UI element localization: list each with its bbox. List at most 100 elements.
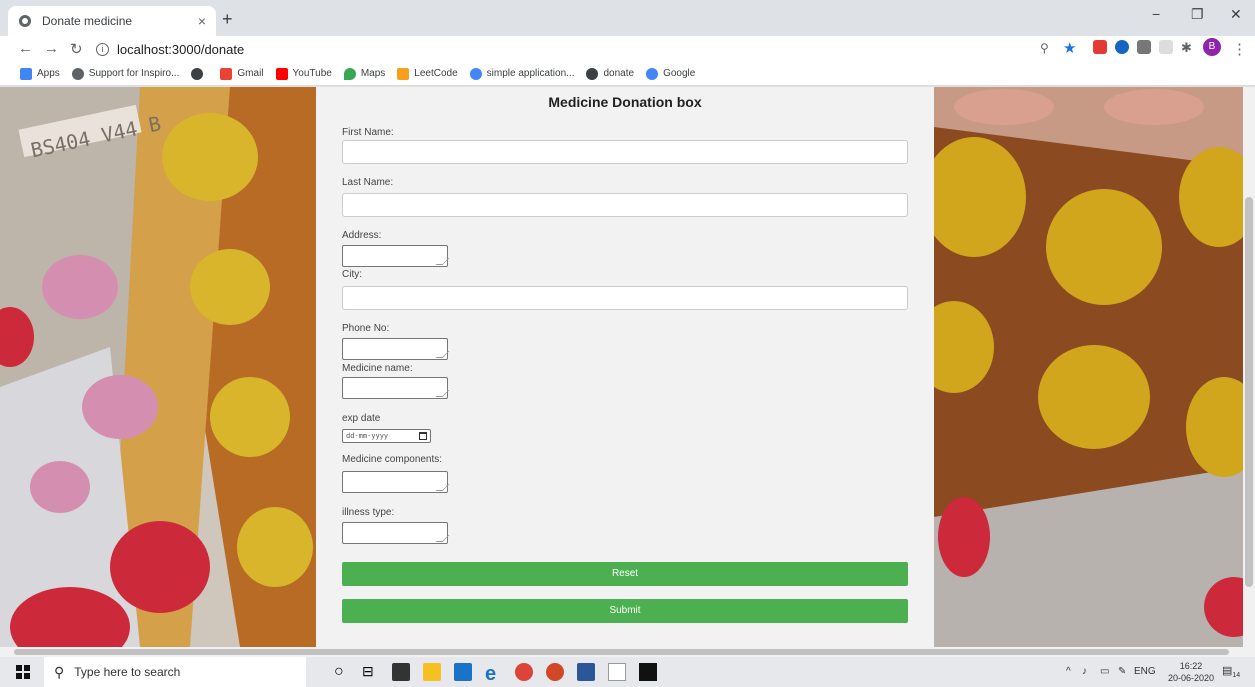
zoom-icon[interactable]: ⚲: [1040, 41, 1049, 55]
exp-date-label: exp date: [342, 413, 381, 424]
horizontal-scroll-thumb[interactable]: [14, 649, 1229, 655]
back-icon[interactable]: ←: [18, 40, 33, 57]
bookmark-donate[interactable]: donate: [586, 67, 634, 80]
bookmark-globe[interactable]: [191, 67, 208, 80]
bookmark-apps[interactable]: Apps: [20, 67, 60, 80]
phone-label: Phone No:: [342, 323, 390, 334]
reset-button[interactable]: Reset: [342, 562, 908, 586]
globe-icon: [19, 15, 31, 27]
pills-background-image-right: [934, 87, 1243, 647]
pills-background-image-left: BS404 V44 B: [0, 87, 316, 647]
components-label: Medicine components:: [342, 454, 443, 465]
globe-icon: [191, 67, 204, 80]
calendar-icon[interactable]: [419, 432, 427, 440]
file-explorer-icon[interactable]: [423, 663, 441, 681]
horizontal-scrollbar[interactable]: [0, 647, 1255, 657]
last-name-label: Last Name:: [342, 177, 394, 188]
city-input[interactable]: [342, 286, 908, 310]
restore-button[interactable]: ❐: [1191, 6, 1204, 23]
network-icon[interactable]: ▭: [1100, 666, 1109, 677]
taskbar-search-box[interactable]: ⚲ Type here to search: [44, 657, 306, 687]
last-name-input[interactable]: [342, 193, 908, 217]
medicine-name-label: Medicine name:: [342, 363, 413, 374]
bookmark-google[interactable]: Google: [646, 67, 695, 80]
powerpoint-icon[interactable]: [546, 663, 564, 681]
exp-date-placeholder: dd-mm-yyyy: [346, 432, 389, 440]
bookmarks-bar: Apps Support for Inspiro... Gmail YouTub…: [0, 62, 1255, 86]
notification-count: 14: [1232, 672, 1241, 680]
vertical-scrollbar[interactable]: [1243, 87, 1255, 647]
bookmark-gmail[interactable]: Gmail: [220, 67, 264, 80]
profile-avatar[interactable]: B: [1203, 38, 1221, 56]
cortana-icon[interactable]: ○: [334, 663, 352, 681]
language-indicator[interactable]: ENG: [1134, 666, 1156, 677]
search-placeholder: Type here to search: [74, 665, 181, 679]
address-bar[interactable]: i localhost:3000/donate: [96, 37, 996, 61]
leetcode-icon: [397, 67, 410, 80]
volume-icon[interactable]: ♪: [1082, 666, 1087, 677]
windows-start-icon[interactable]: [14, 663, 32, 681]
tab-strip: Donate medicine × + − ❐ ✕: [0, 0, 1255, 36]
medicine-name-textarea[interactable]: [342, 377, 448, 399]
gmail-icon: [220, 67, 233, 80]
extension-icon[interactable]: [1159, 40, 1173, 54]
store-icon[interactable]: [392, 663, 410, 681]
google-icon: [646, 67, 659, 80]
notifications-icon[interactable]: ▤14: [1222, 664, 1240, 679]
first-name-label: First Name:: [342, 127, 394, 138]
clock-time: 16:22: [1179, 661, 1203, 671]
window-close-button[interactable]: ✕: [1230, 6, 1242, 23]
edge-icon[interactable]: e: [485, 663, 503, 685]
bookmark-youtube[interactable]: YouTube: [275, 67, 332, 80]
vertical-scroll-thumb[interactable]: [1245, 197, 1253, 587]
browser-tab[interactable]: Donate medicine ×: [8, 6, 216, 36]
exp-date-input[interactable]: dd-mm-yyyy: [342, 429, 431, 443]
bookmark-leetcode[interactable]: LeetCode: [397, 67, 458, 80]
page-viewport: BS404 V44 B Medicine Donation box First …: [0, 87, 1243, 647]
menu-icon[interactable]: ⋮: [1232, 40, 1247, 58]
word-icon[interactable]: [577, 663, 595, 681]
pen-icon[interactable]: ✎: [1118, 666, 1126, 677]
submit-button[interactable]: Submit: [342, 599, 908, 623]
terminal-icon[interactable]: [639, 663, 657, 681]
site-icon: [71, 67, 84, 80]
form-title: Medicine Donation box: [548, 94, 702, 110]
notepad-icon[interactable]: [608, 663, 626, 681]
task-view-icon[interactable]: ⊟: [362, 663, 380, 681]
apps-grid-icon: [20, 67, 32, 80]
pills-illustration: [934, 87, 1243, 647]
first-name-input[interactable]: [342, 140, 908, 164]
minimize-button[interactable]: −: [1152, 6, 1160, 22]
tab-title: Donate medicine: [42, 14, 133, 28]
search-icon: ⚲: [54, 663, 65, 680]
tab-close-icon[interactable]: ×: [198, 13, 206, 29]
bookmark-maps[interactable]: Maps: [343, 67, 385, 80]
forward-icon[interactable]: →: [44, 40, 59, 57]
components-textarea[interactable]: [342, 471, 448, 493]
bookmark-star-icon[interactable]: ★: [1063, 39, 1076, 57]
illness-type-textarea[interactable]: [342, 522, 448, 544]
url-text: localhost:3000/donate: [117, 41, 245, 57]
bookmark-simple-application[interactable]: simple application...: [469, 67, 574, 80]
phone-textarea[interactable]: [342, 338, 448, 360]
maps-pin-icon: [343, 67, 356, 80]
illness-type-label: illness type:: [342, 507, 395, 518]
reload-icon[interactable]: ↻: [70, 40, 83, 58]
windows-taskbar: ⚲ Type here to search ○ ⊟ e ^ ♪ ▭ ✎ ENG …: [0, 657, 1255, 687]
pills-illustration: BS404 V44 B: [0, 87, 316, 647]
bookmark-support[interactable]: Support for Inspiro...: [71, 67, 179, 80]
ublock-extension-icon[interactable]: [1093, 40, 1107, 54]
google-icon: [469, 67, 482, 80]
new-tab-button[interactable]: +: [222, 9, 233, 30]
puzzle-icon[interactable]: ✱: [1181, 40, 1195, 55]
tray-chevron-icon[interactable]: ^: [1066, 666, 1071, 677]
city-label: City:: [342, 269, 362, 280]
youtube-icon: [275, 67, 288, 80]
info-icon[interactable]: i: [96, 42, 109, 56]
chrome-icon[interactable]: [515, 663, 533, 681]
extension-icon[interactable]: [1115, 40, 1129, 54]
address-textarea[interactable]: [342, 245, 448, 267]
extension-icon[interactable]: [1137, 40, 1151, 54]
taskbar-clock[interactable]: 16:22 20-06-2020: [1168, 660, 1214, 684]
mail-icon[interactable]: [454, 663, 472, 681]
